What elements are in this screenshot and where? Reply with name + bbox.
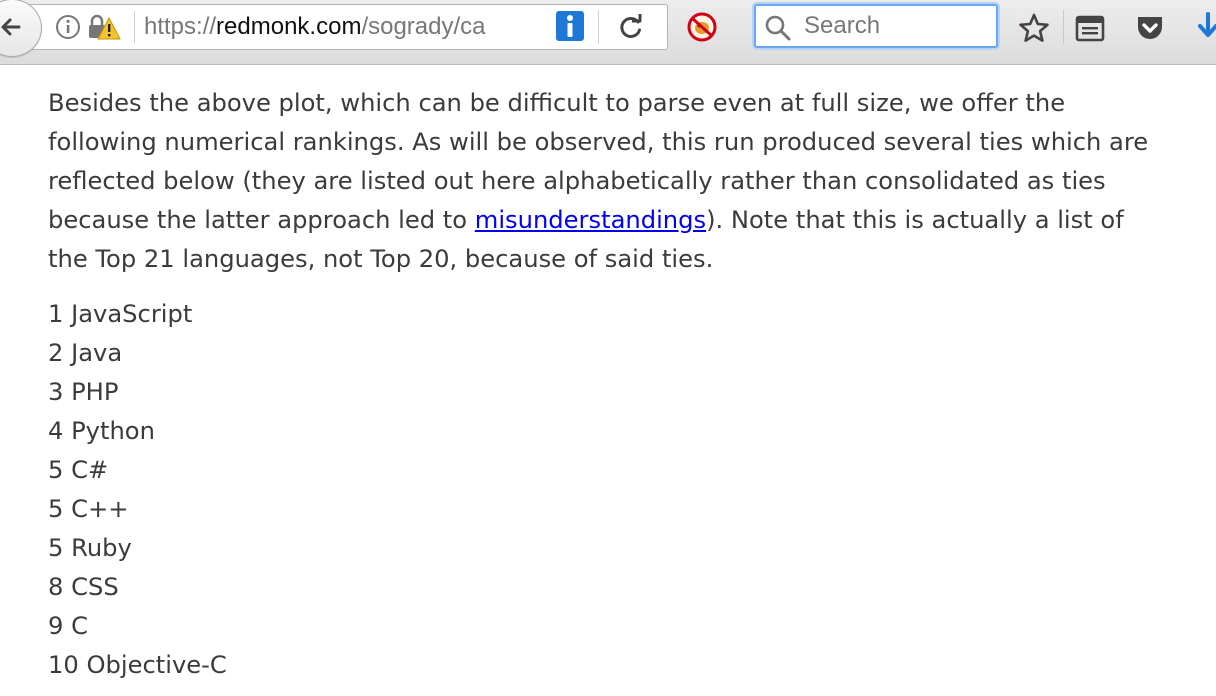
language-name: C — [71, 612, 88, 640]
language-name: Python — [71, 417, 155, 445]
rank-number: 1 — [48, 300, 64, 328]
rank-number: 5 — [48, 495, 64, 523]
language-name: CSS — [71, 573, 119, 601]
ranking-item: 2 Java — [48, 334, 1168, 373]
ranking-item: 4 Python — [48, 412, 1168, 451]
language-name: Ruby — [71, 534, 132, 562]
rank-number: 8 — [48, 573, 64, 601]
article-content: Besides the above plot, which can be dif… — [48, 84, 1168, 685]
url-scheme: https:// — [144, 13, 217, 40]
rank-number: 2 — [48, 339, 64, 367]
blocked-addon-icon[interactable] — [686, 11, 718, 43]
ranking-item: 10 Objective-C — [48, 646, 1168, 685]
reader-view-button[interactable] — [556, 11, 584, 41]
language-name: Objective-C — [86, 651, 227, 679]
rank-number: 4 — [48, 417, 64, 445]
language-name: Java — [71, 339, 123, 367]
bookmarks-list-icon[interactable] — [1074, 12, 1106, 44]
ranking-item: 8 CSS — [48, 568, 1168, 607]
url-text[interactable]: https://redmonk.com/sogrady/ca — [144, 10, 516, 44]
rank-number: 5 — [48, 534, 64, 562]
info-icon — [56, 15, 80, 39]
ranking-item: 5 C++ — [48, 490, 1168, 529]
site-identity-button[interactable] — [54, 13, 124, 41]
rank-number: 10 — [48, 651, 79, 679]
browser-toolbar: https://redmonk.com/sogrady/ca — [0, 0, 1216, 65]
magnifier-icon — [765, 15, 791, 41]
star-icon[interactable] — [1018, 12, 1050, 44]
ranking-item: 5 Ruby — [48, 529, 1168, 568]
url-host: redmonk.com — [216, 13, 362, 40]
search-input[interactable] — [804, 10, 984, 42]
toolbar-separator — [1063, 10, 1064, 44]
url-separator — [134, 11, 135, 43]
url-bar-end — [664, 4, 668, 50]
language-name: C# — [71, 456, 109, 484]
language-name: JavaScript — [71, 300, 193, 328]
ranking-item: 1 JavaScript — [48, 295, 1168, 334]
pocket-icon[interactable] — [1134, 12, 1166, 44]
reader-separator — [598, 10, 599, 44]
search-box[interactable] — [754, 4, 998, 48]
ranking-item: 3 PHP — [48, 373, 1168, 412]
rank-number: 9 — [48, 612, 64, 640]
language-name: PHP — [71, 378, 119, 406]
rank-number: 5 — [48, 456, 64, 484]
intro-paragraph: Besides the above plot, which can be dif… — [48, 84, 1168, 279]
ranking-item: 9 C — [48, 607, 1168, 646]
lock-warning-icon — [89, 14, 121, 40]
reader-view-icon — [567, 15, 573, 37]
reload-icon[interactable] — [618, 14, 644, 40]
url-path: /sogrady/ca — [361, 13, 486, 40]
download-icon[interactable] — [1196, 12, 1216, 46]
rank-number: 3 — [48, 378, 64, 406]
back-arrow-icon — [1, 18, 21, 36]
rankings-list: 1 JavaScript 2 Java 3 PHP 4 Python 5 C# … — [48, 295, 1168, 685]
ranking-item: 5 C# — [48, 451, 1168, 490]
misunderstandings-link[interactable]: misunderstandings — [475, 206, 706, 234]
language-name: C++ — [71, 495, 129, 523]
